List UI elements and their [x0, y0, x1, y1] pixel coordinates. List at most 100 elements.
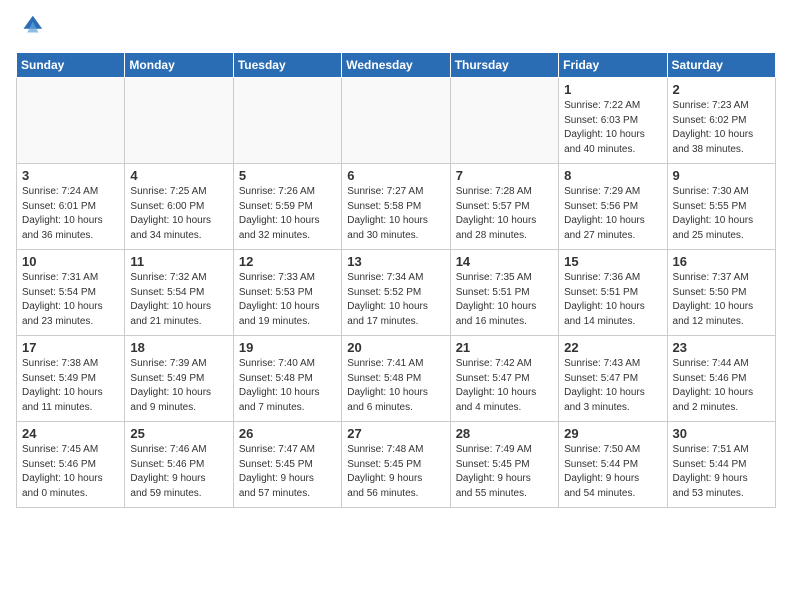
- calendar-cell: 5 Sunrise: 7:26 AM Sunset: 5:59 PM Daylig…: [233, 164, 341, 250]
- calendar-cell: 19 Sunrise: 7:40 AM Sunset: 5:48 PM Dayli…: [233, 336, 341, 422]
- day-number: 29: [564, 426, 661, 441]
- day-number: 8: [564, 168, 661, 183]
- page: SundayMondayTuesdayWednesdayThursdayFrid…: [0, 0, 792, 516]
- calendar-week-row: 17Sunrise: 7:38 AM Sunset: 5:49 PM Dayli…: [17, 336, 776, 422]
- day-info: Sunrise: 7:26 AM Sunset: 5:59 PM Dayligh…: [239, 185, 336, 243]
- calendar-cell: 27Sunrise: 7:48 AM Sunset: 5:45 PM Dayli…: [342, 422, 450, 508]
- calendar-cell: 23 Sunrise: 7:44 AM Sunset: 5:46 PM Dayli…: [667, 336, 775, 422]
- logo-icon: [16, 12, 44, 40]
- day-info: Sunrise: 7:35 AM Sunset: 5:51 PM Dayligh…: [456, 271, 553, 329]
- day-info: Sunrise: 7:32 AM Sunset: 5:54 PM Dayligh…: [130, 271, 227, 329]
- calendar-cell: [233, 78, 341, 164]
- day-number: 18: [130, 340, 227, 355]
- calendar-cell: 12 Sunrise: 7:33 AM Sunset: 5:53 PM Dayli…: [233, 250, 341, 336]
- day-info: Sunrise: 7:43 AM Sunset: 5:47 PM Dayligh…: [564, 357, 661, 415]
- day-number: 2: [673, 82, 770, 97]
- calendar-cell: 4 Sunrise: 7:25 AM Sunset: 6:00 PM Daylig…: [125, 164, 233, 250]
- day-number: 14: [456, 254, 553, 269]
- day-info: Sunrise: 7:42 AM Sunset: 5:47 PM Dayligh…: [456, 357, 553, 415]
- calendar-day-header: Wednesday: [342, 53, 450, 78]
- calendar-cell: 2 Sunrise: 7:23 AM Sunset: 6:02 PM Daylig…: [667, 78, 775, 164]
- day-number: 25: [130, 426, 227, 441]
- day-info: Sunrise: 7:40 AM Sunset: 5:48 PM Dayligh…: [239, 357, 336, 415]
- calendar-cell: 21Sunrise: 7:42 AM Sunset: 5:47 PM Dayli…: [450, 336, 558, 422]
- day-info: Sunrise: 7:31 AM Sunset: 5:54 PM Dayligh…: [22, 271, 119, 329]
- day-number: 13: [347, 254, 444, 269]
- calendar-cell: 3 Sunrise: 7:24 AM Sunset: 6:01 PM Daylig…: [17, 164, 125, 250]
- day-number: 5: [239, 168, 336, 183]
- day-number: 17: [22, 340, 119, 355]
- day-info: Sunrise: 7:33 AM Sunset: 5:53 PM Dayligh…: [239, 271, 336, 329]
- day-number: 10: [22, 254, 119, 269]
- day-info: Sunrise: 7:47 AM Sunset: 5:45 PM Dayligh…: [239, 443, 336, 501]
- day-number: 19: [239, 340, 336, 355]
- calendar-cell: 14 Sunrise: 7:35 AM Sunset: 5:51 PM Dayli…: [450, 250, 558, 336]
- calendar-cell: 22 Sunrise: 7:43 AM Sunset: 5:47 PM Dayli…: [559, 336, 667, 422]
- day-info: Sunrise: 7:50 AM Sunset: 5:44 PM Dayligh…: [564, 443, 661, 501]
- header: [16, 16, 776, 40]
- day-info: Sunrise: 7:24 AM Sunset: 6:01 PM Dayligh…: [22, 185, 119, 243]
- day-info: Sunrise: 7:44 AM Sunset: 5:46 PM Dayligh…: [673, 357, 770, 415]
- calendar-week-row: 10 Sunrise: 7:31 AM Sunset: 5:54 PM Dayli…: [17, 250, 776, 336]
- day-info: Sunrise: 7:25 AM Sunset: 6:00 PM Dayligh…: [130, 185, 227, 243]
- calendar-week-row: 24 Sunrise: 7:45 AM Sunset: 5:46 PM Dayli…: [17, 422, 776, 508]
- day-number: 3: [22, 168, 119, 183]
- day-info: Sunrise: 7:49 AM Sunset: 5:45 PM Dayligh…: [456, 443, 553, 501]
- calendar-cell: 13 Sunrise: 7:34 AM Sunset: 5:52 PM Dayli…: [342, 250, 450, 336]
- day-number: 7: [456, 168, 553, 183]
- calendar-cell: 8 Sunrise: 7:29 AM Sunset: 5:56 PM Daylig…: [559, 164, 667, 250]
- day-number: 28: [456, 426, 553, 441]
- calendar-cell: [17, 78, 125, 164]
- day-info: Sunrise: 7:41 AM Sunset: 5:48 PM Dayligh…: [347, 357, 444, 415]
- calendar-cell: 20 Sunrise: 7:41 AM Sunset: 5:48 PM Dayli…: [342, 336, 450, 422]
- day-number: 9: [673, 168, 770, 183]
- day-info: Sunrise: 7:46 AM Sunset: 5:46 PM Dayligh…: [130, 443, 227, 501]
- calendar-cell: 25 Sunrise: 7:46 AM Sunset: 5:46 PM Dayli…: [125, 422, 233, 508]
- calendar-week-row: 1Sunrise: 7:22 AM Sunset: 6:03 PM Daylig…: [17, 78, 776, 164]
- day-info: Sunrise: 7:51 AM Sunset: 5:44 PM Dayligh…: [673, 443, 770, 501]
- day-number: 22: [564, 340, 661, 355]
- calendar-day-header: Thursday: [450, 53, 558, 78]
- calendar-table: SundayMondayTuesdayWednesdayThursdayFrid…: [16, 52, 776, 508]
- day-info: Sunrise: 7:30 AM Sunset: 5:55 PM Dayligh…: [673, 185, 770, 243]
- day-number: 20: [347, 340, 444, 355]
- day-number: 26: [239, 426, 336, 441]
- day-info: Sunrise: 7:45 AM Sunset: 5:46 PM Dayligh…: [22, 443, 119, 501]
- day-number: 23: [673, 340, 770, 355]
- day-number: 24: [22, 426, 119, 441]
- calendar-cell: 11 Sunrise: 7:32 AM Sunset: 5:54 PM Dayli…: [125, 250, 233, 336]
- calendar-day-header: Friday: [559, 53, 667, 78]
- calendar-cell: 28 Sunrise: 7:49 AM Sunset: 5:45 PM Dayli…: [450, 422, 558, 508]
- day-number: 15: [564, 254, 661, 269]
- calendar-cell: 7 Sunrise: 7:28 AM Sunset: 5:57 PM Daylig…: [450, 164, 558, 250]
- day-info: Sunrise: 7:29 AM Sunset: 5:56 PM Dayligh…: [564, 185, 661, 243]
- logo: [16, 16, 44, 40]
- day-info: Sunrise: 7:23 AM Sunset: 6:02 PM Dayligh…: [673, 99, 770, 157]
- day-info: Sunrise: 7:48 AM Sunset: 5:45 PM Dayligh…: [347, 443, 444, 501]
- calendar-cell: 15Sunrise: 7:36 AM Sunset: 5:51 PM Dayli…: [559, 250, 667, 336]
- calendar-cell: 29 Sunrise: 7:50 AM Sunset: 5:44 PM Dayli…: [559, 422, 667, 508]
- calendar-day-header: Saturday: [667, 53, 775, 78]
- calendar-cell: 6Sunrise: 7:27 AM Sunset: 5:58 PM Daylig…: [342, 164, 450, 250]
- calendar-week-row: 3 Sunrise: 7:24 AM Sunset: 6:01 PM Daylig…: [17, 164, 776, 250]
- calendar-cell: [450, 78, 558, 164]
- calendar-cell: [125, 78, 233, 164]
- calendar-day-header: Sunday: [17, 53, 125, 78]
- calendar-cell: 26 Sunrise: 7:47 AM Sunset: 5:45 PM Dayli…: [233, 422, 341, 508]
- calendar-cell: 24 Sunrise: 7:45 AM Sunset: 5:46 PM Dayli…: [17, 422, 125, 508]
- day-number: 12: [239, 254, 336, 269]
- day-info: Sunrise: 7:28 AM Sunset: 5:57 PM Dayligh…: [456, 185, 553, 243]
- calendar-cell: 18Sunrise: 7:39 AM Sunset: 5:49 PM Dayli…: [125, 336, 233, 422]
- day-info: Sunrise: 7:22 AM Sunset: 6:03 PM Dayligh…: [564, 99, 661, 157]
- calendar-cell: 16 Sunrise: 7:37 AM Sunset: 5:50 PM Dayli…: [667, 250, 775, 336]
- day-info: Sunrise: 7:34 AM Sunset: 5:52 PM Dayligh…: [347, 271, 444, 329]
- day-number: 11: [130, 254, 227, 269]
- day-number: 30: [673, 426, 770, 441]
- day-number: 16: [673, 254, 770, 269]
- day-info: Sunrise: 7:37 AM Sunset: 5:50 PM Dayligh…: [673, 271, 770, 329]
- day-number: 4: [130, 168, 227, 183]
- day-number: 6: [347, 168, 444, 183]
- calendar-header-row: SundayMondayTuesdayWednesdayThursdayFrid…: [17, 53, 776, 78]
- calendar-cell: 17Sunrise: 7:38 AM Sunset: 5:49 PM Dayli…: [17, 336, 125, 422]
- calendar-day-header: Monday: [125, 53, 233, 78]
